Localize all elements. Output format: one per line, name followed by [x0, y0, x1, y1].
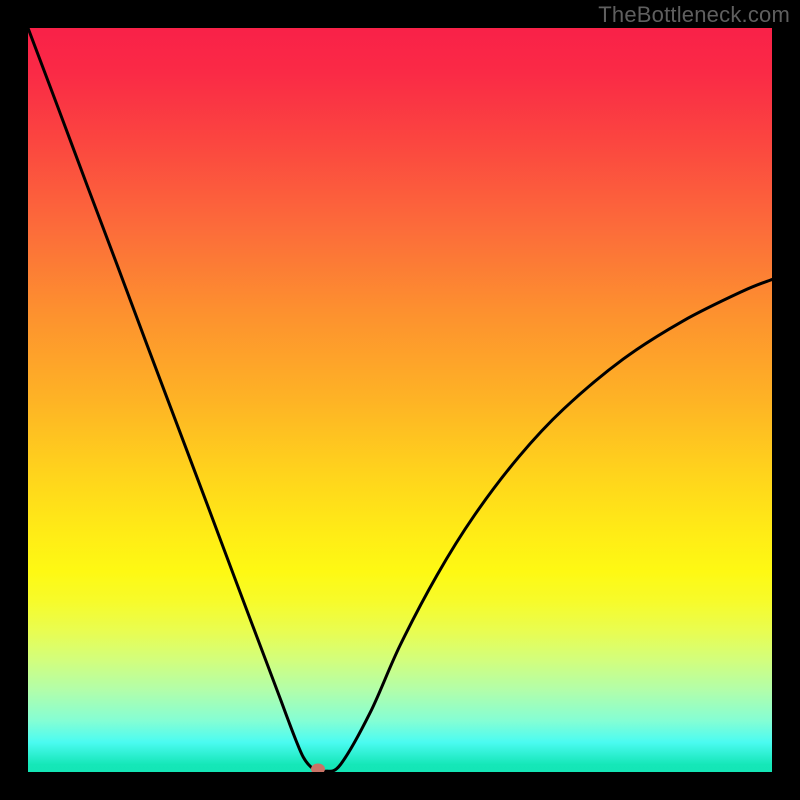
bottleneck-curve — [28, 28, 772, 772]
watermark-text: TheBottleneck.com — [598, 2, 790, 28]
optimal-point-marker — [311, 764, 325, 772]
plot-area — [28, 28, 772, 772]
curve-svg — [28, 28, 772, 772]
chart-frame: TheBottleneck.com — [0, 0, 800, 800]
